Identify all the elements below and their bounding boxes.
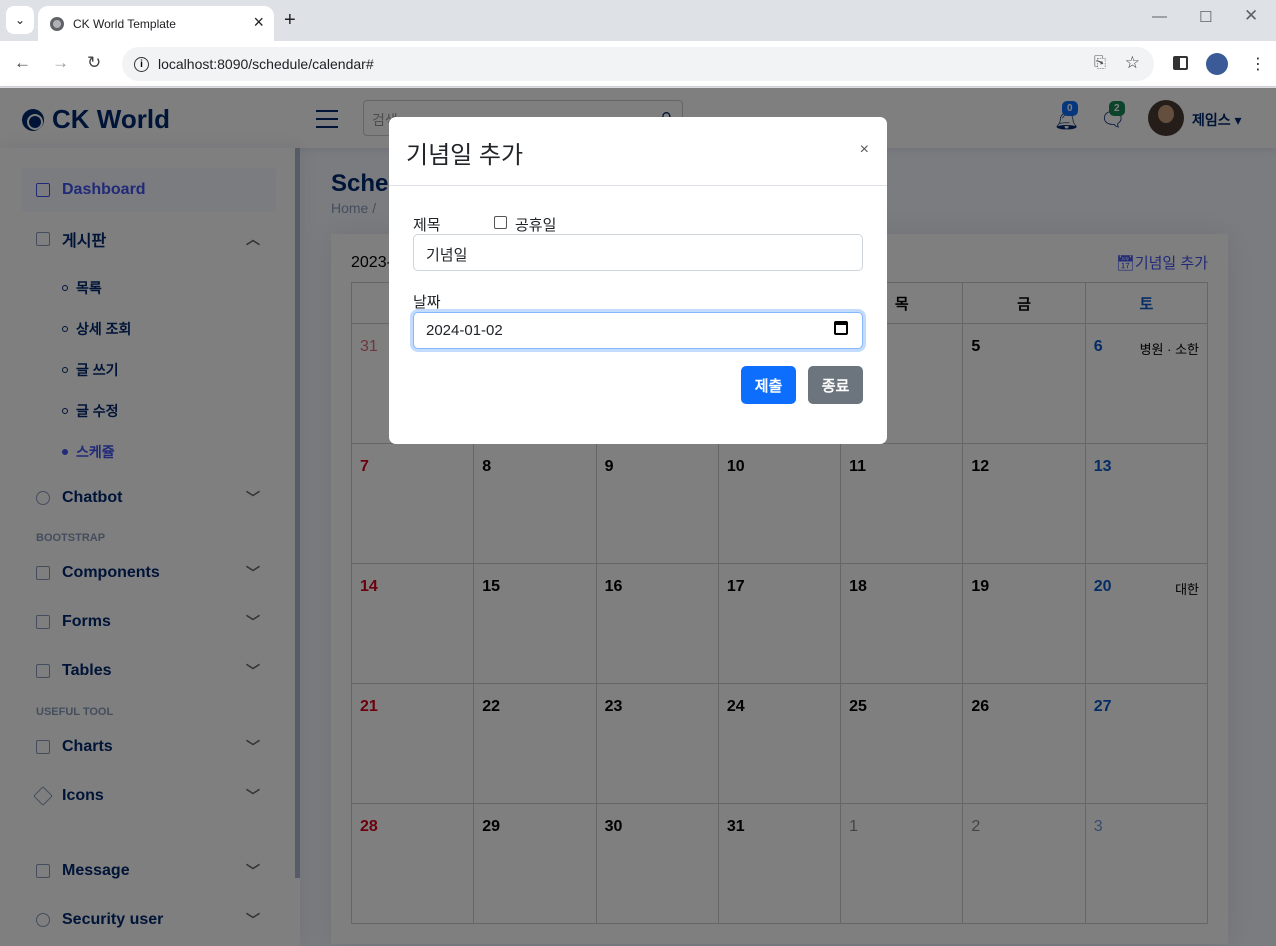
cancel-button[interactable]: 종료 — [808, 366, 863, 404]
holiday-checkbox[interactable] — [494, 216, 507, 229]
new-tab-icon[interactable]: + — [284, 9, 296, 32]
tab-close-icon[interactable]: × — [253, 12, 264, 32]
tab-search-chevron-icon[interactable]: ⌄ — [6, 6, 34, 34]
add-anniversary-modal: 기념일 추가 × 제목 공휴일 기념일 날짜 2024-01-02 제출 종료 — [389, 117, 887, 444]
modal-divider — [389, 185, 887, 186]
reload-icon[interactable]: ↻ — [87, 53, 101, 73]
subject-input[interactable]: 기념일 — [413, 234, 863, 271]
forward-icon[interactable]: → — [52, 53, 69, 73]
translate-icon[interactable]: ⎘ — [1094, 54, 1106, 71]
url-field[interactable]: i localhost:8090/schedule/calendar# ⎘ ☆ — [122, 47, 1154, 81]
tab-title: CK World Template — [73, 16, 176, 31]
browser-menu-icon[interactable]: ⋮ — [1250, 54, 1266, 74]
calendar-picker-icon[interactable] — [834, 321, 848, 335]
window-close-icon[interactable]: ✕ — [1244, 6, 1258, 26]
back-icon[interactable]: ← — [14, 53, 31, 73]
browser-tab[interactable]: CK World Template × — [38, 6, 274, 41]
subject-label: 제목 — [413, 217, 441, 234]
submit-button[interactable]: 제출 — [741, 366, 796, 404]
close-icon[interactable]: × — [860, 141, 869, 159]
globe-icon — [50, 16, 64, 31]
address-bar: ← → ↻ i localhost:8090/schedule/calendar… — [0, 41, 1276, 87]
date-value: 2024-01-02 — [426, 322, 503, 339]
side-panel-icon[interactable] — [1173, 56, 1188, 70]
browser-tab-strip: ⌄ CK World Template × + — ☐ ✕ — [0, 0, 1276, 41]
browser-profile-icon[interactable] — [1206, 53, 1228, 75]
url-text: localhost:8090/schedule/calendar# — [158, 56, 374, 72]
maximize-icon[interactable]: ☐ — [1199, 8, 1212, 26]
date-input[interactable]: 2024-01-02 — [413, 312, 863, 349]
minimize-icon[interactable]: — — [1152, 8, 1167, 25]
date-label: 날짜 — [413, 294, 441, 311]
bookmark-star-icon[interactable]: ☆ — [1125, 53, 1140, 73]
holiday-label[interactable]: 공휴일 — [515, 214, 556, 235]
site-info-icon[interactable]: i — [134, 56, 149, 72]
modal-title: 기념일 추가 — [406, 142, 524, 169]
